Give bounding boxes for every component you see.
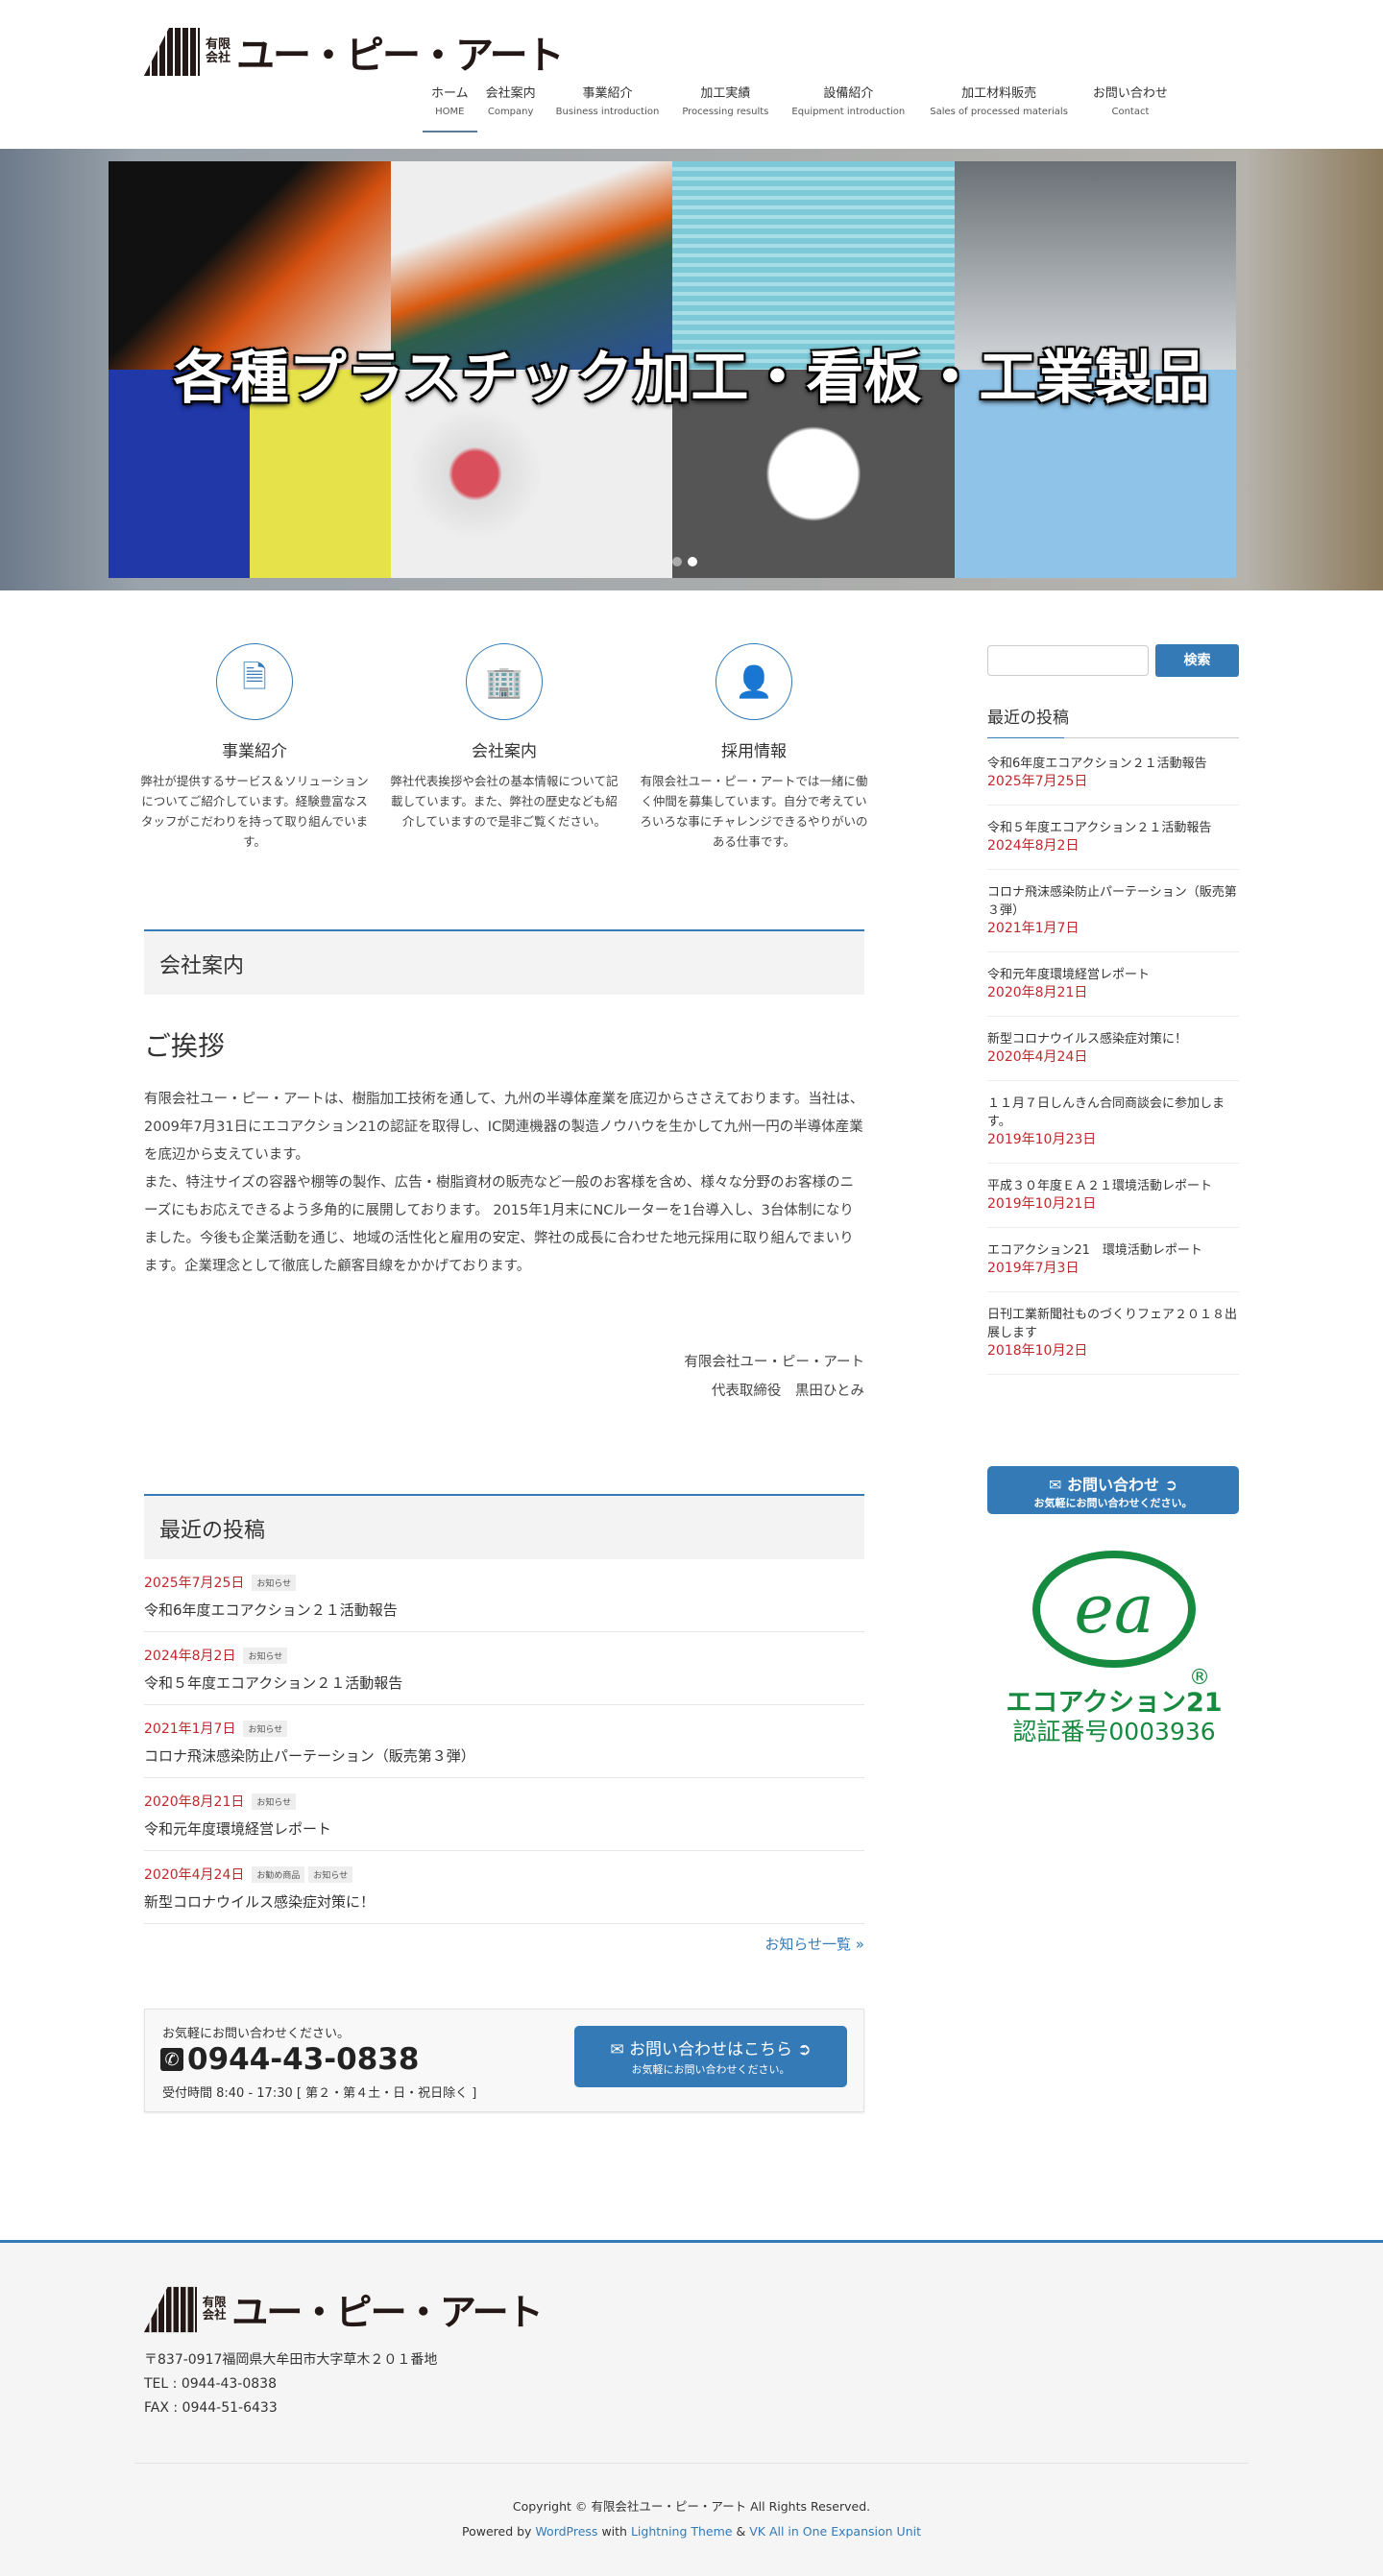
- nav-home[interactable]: ホーム HOME: [423, 84, 477, 132]
- news-list-link[interactable]: お知らせ一覧 »: [764, 1936, 864, 1953]
- mail-icon: ✉: [610, 2040, 624, 2059]
- section-heading-company: 会社案内: [144, 929, 864, 995]
- slider-pagination: [672, 557, 697, 566]
- footer-logo[interactable]: 有限 会社 ユー・ピー・アート: [144, 2283, 544, 2336]
- sidebar-recent-heading: 最近の投稿: [987, 704, 1239, 738]
- sidebar-post[interactable]: 新型コロナウイルス感染症対策に！ 2020年4月24日: [987, 1017, 1239, 1081]
- mail-icon: ✉: [1049, 1476, 1062, 1494]
- slide-dot-active[interactable]: [688, 557, 697, 566]
- feature-company[interactable]: 🏢 会社案内 弊社代表挨拶や会社の基本情報について記載しています。また、弊社の歴…: [389, 643, 619, 831]
- hero-slider[interactable]: 各種プラスチック加工・看板・工業製品: [0, 149, 1383, 590]
- post-item[interactable]: 2020年8月21日 お知らせ 令和元年度環境経営レポート: [144, 1778, 864, 1851]
- phone-icon: ✆: [160, 2048, 183, 2071]
- feature-recruit[interactable]: 👤 採用情報 有限会社ユー・ピー・アートでは一緒に働く仲間を募集しています。自分…: [639, 643, 869, 852]
- sidebar-post[interactable]: 平成３０年度ＥＡ２１環境活動レポート 2019年10月21日: [987, 1164, 1239, 1228]
- copyright: Copyright © 有限会社ユー・ピー・アート All Rights Res…: [461, 2499, 921, 2539]
- vk-expansion-link[interactable]: VK All in One Expansion Unit: [749, 2524, 921, 2539]
- post-item[interactable]: 2020年4月24日 お勧め商品 お知らせ 新型コロナウイルス感染症対策に！: [144, 1851, 864, 1924]
- sidebar-post[interactable]: 令和元年度環境経営レポート 2020年8月21日: [987, 952, 1239, 1017]
- sidebar-contact-button[interactable]: ✉ お問い合わせ ➲ お気軽にお問い合わせください。: [987, 1466, 1239, 1514]
- post-item[interactable]: 2024年8月2日 お知らせ 令和５年度エコアクション２１活動報告: [144, 1632, 864, 1705]
- recent-posts-list: 2025年7月25日 お知らせ 令和6年度エコアクション２１活動報告 2024年8月…: [144, 1559, 864, 1954]
- arrow-circle-right-icon: ➲: [797, 2040, 812, 2059]
- person-icon: 👤: [716, 643, 792, 720]
- lightning-theme-link[interactable]: Lightning Theme: [631, 2524, 733, 2539]
- sidebar-post[interactable]: 令和５年度エコアクション２１活動報告 2024年8月2日: [987, 806, 1239, 870]
- sidebar-post[interactable]: １１月７日しんきん合同商談会に参加します。 2019年10月23日: [987, 1081, 1239, 1164]
- sidebar-post[interactable]: 令和6年度エコアクション２１活動報告 2025年7月25日: [987, 741, 1239, 806]
- global-nav: ホーム HOME 会社案内 Company 事業紹介 Business introdu…: [423, 84, 1179, 132]
- hero-caption: 各種プラスチック加工・看板・工業製品: [173, 345, 1210, 412]
- footer-divider: [134, 2463, 1249, 2464]
- post-item[interactable]: 2025年7月25日 お知らせ 令和6年度エコアクション２１活動報告: [144, 1559, 864, 1632]
- nav-company[interactable]: 会社案内 Company: [477, 84, 545, 131]
- wordpress-link[interactable]: WordPress: [535, 2524, 597, 2539]
- phone-number: ✆ 0944-43-0838: [160, 2042, 419, 2077]
- greeting-title: ご挨拶: [144, 1030, 226, 1062]
- nav-business[interactable]: 事業紹介 Business introduction: [545, 84, 671, 131]
- nav-results[interactable]: 加工実績 Processing results: [670, 84, 780, 131]
- section-heading-recent: 最近の投稿: [144, 1494, 864, 1559]
- greeting-body: 有限会社ユー・ピー・アートは、樹脂加工技術を通して、九州の半導体産業を底辺からさ…: [144, 1092, 864, 1274]
- signature: 有限会社ユー・ピー・アート 代表取締役 黒田ひとみ: [684, 1355, 864, 1399]
- nav-contact[interactable]: お問い合わせ Contact: [1081, 84, 1179, 131]
- nav-materials[interactable]: 加工材料販売 Sales of processed materials: [916, 84, 1081, 131]
- nav-equipment[interactable]: 設備紹介 Equipment introduction: [780, 84, 916, 131]
- feature-business[interactable]: 🗎 事業紹介 弊社が提供するサービス＆ソリューションについてご紹介しています。経…: [139, 643, 370, 852]
- site-logo[interactable]: 有限 会社 ユー・ピー・アート: [144, 24, 565, 80]
- document-icon: 🗎: [216, 643, 293, 720]
- arrow-circle-right-icon: ➲: [1164, 1476, 1177, 1494]
- sidebar-recent-list: 令和6年度エコアクション２１活動報告 2025年7月25日 令和５年度エコアクショ…: [987, 741, 1239, 1375]
- footer-address: 〒837-0917福岡県大牟田市大字草木２０１番地 TEL : 0944-43-…: [144, 2352, 438, 2416]
- logo-mark-icon: [144, 28, 200, 76]
- slide-dot[interactable]: [672, 557, 682, 566]
- search-button[interactable]: 検索: [1155, 644, 1239, 677]
- search-input[interactable]: [987, 645, 1149, 676]
- contact-box: お気軽にお問い合わせください。 ✆ 0944-43-0838 受付時間 8:40 …: [144, 2009, 864, 2112]
- sidebar-post[interactable]: エコアクション21 環境活動レポート 2019年7月3日: [987, 1228, 1239, 1292]
- sidebar-post[interactable]: コロナ飛沫感染防止パーテーション（販売第３弾） 2021年1月7日: [987, 870, 1239, 952]
- eco-action-21-logo: ea ® エコアクション21 認証番号0003936: [999, 1551, 1229, 1746]
- logo-mark-icon: [144, 2286, 198, 2333]
- sidebar-post[interactable]: 日刊工業新聞社ものづくりフェア２０１８出展します 2018年10月2日: [987, 1292, 1239, 1375]
- site-footer: 有限 会社 ユー・ピー・アート 〒837-0917福岡県大牟田市大字草木２０１番地…: [0, 2240, 1383, 2576]
- building-icon: 🏢: [466, 643, 543, 720]
- contact-button[interactable]: ✉ お問い合わせはこちら ➲ お気軽にお問い合わせください。: [574, 2026, 847, 2087]
- post-item[interactable]: 2021年1月7日 お知らせ コロナ飛沫感染防止パーテーション（販売第３弾）: [144, 1705, 864, 1778]
